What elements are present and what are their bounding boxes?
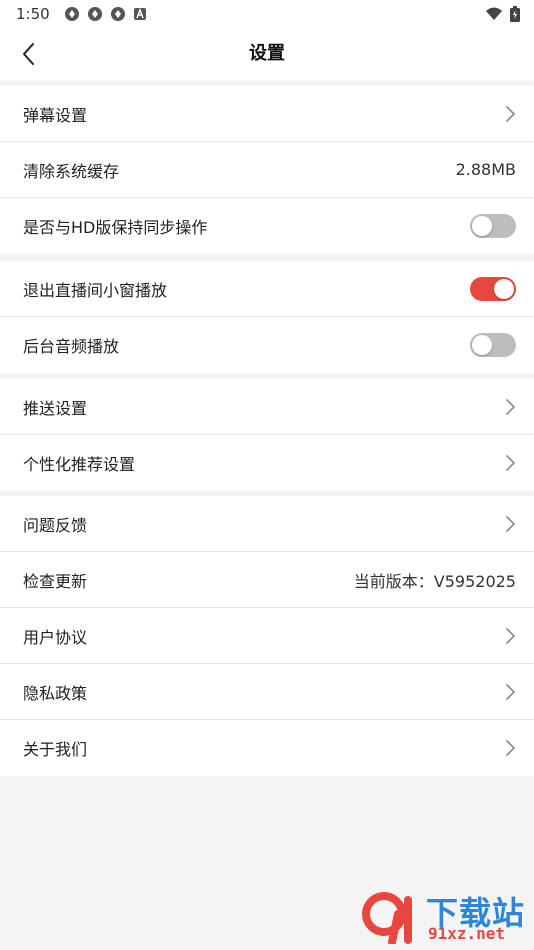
row-label: 清除系统缓存 [23, 161, 120, 181]
danmaku-settings-item[interactable]: 弹幕设置 [0, 86, 534, 142]
toggle-knob [472, 335, 492, 355]
settings-group-about: 问题反馈 检查更新 当前版本：V5952025 用户协议 隐私政策 关于我们 [0, 496, 534, 776]
row-label: 是否与HD版保持同步操作 [23, 218, 208, 237]
sync-icon [110, 7, 125, 21]
hd-sync-item: 是否与HD版保持同步操作 [0, 198, 534, 254]
row-label: 隐私政策 [23, 683, 88, 703]
row-label: 后台音频播放 [23, 337, 120, 356]
wifi-icon [486, 7, 502, 20]
push-settings-item[interactable]: 推送设置 [0, 379, 534, 435]
current-version-value: 当前版本：V5952025 [353, 571, 516, 591]
chevron-right-icon [506, 740, 515, 756]
background-audio-item: 后台音频播放 [0, 317, 534, 373]
chevron-right-icon [506, 455, 515, 471]
sync-icon [64, 7, 79, 21]
settings-group-push: 推送设置 个性化推荐设置 [0, 379, 534, 491]
check-update-item[interactable]: 检查更新 当前版本：V5952025 [0, 552, 534, 608]
row-label: 问题反馈 [23, 515, 88, 535]
watermark: 下载站 91xz.net [362, 888, 532, 946]
settings-group-playback: 退出直播间小窗播放 后台音频播放 [0, 261, 534, 373]
toggle-knob [472, 216, 492, 236]
page-title: 设置 [249, 43, 285, 64]
privacy-policy-item[interactable]: 隐私政策 [0, 664, 534, 720]
chevron-right-icon [506, 105, 515, 122]
row-label: 弹幕设置 [23, 105, 88, 125]
background-audio-toggle[interactable] [470, 333, 516, 357]
battery-icon [510, 6, 520, 22]
status-time: 1:50 [16, 5, 50, 23]
pip-on-exit-item: 退出直播间小窗播放 [0, 261, 534, 317]
status-right-icons [485, 6, 520, 22]
user-agreement-item[interactable]: 用户协议 [0, 608, 534, 664]
watermark-logo-icon [362, 892, 412, 944]
sync-icon [87, 7, 102, 21]
row-label: 用户协议 [23, 627, 88, 647]
row-label: 个性化推荐设置 [23, 455, 136, 474]
chevron-right-icon [506, 627, 515, 644]
hd-sync-toggle[interactable] [470, 214, 516, 238]
cache-size-value: 2.88MB [455, 160, 516, 179]
feedback-item[interactable]: 问题反馈 [0, 496, 534, 552]
settings-group-general: 弹幕设置 清除系统缓存 2.88MB 是否与HD版保持同步操作 [0, 86, 534, 254]
chevron-right-icon [506, 683, 515, 700]
chevron-right-icon [506, 398, 515, 415]
row-label: 检查更新 [23, 571, 88, 591]
notification-icons [64, 6, 147, 22]
watermark-url: 91xz.net [428, 924, 506, 943]
chevron-right-icon [506, 515, 515, 532]
status-bar: 1:50 [0, 0, 534, 28]
nav-bar: 设置 [0, 28, 534, 80]
about-us-item[interactable]: 关于我们 [0, 720, 534, 776]
row-label: 关于我们 [23, 740, 88, 759]
clear-cache-item[interactable]: 清除系统缓存 2.88MB [0, 142, 534, 198]
personalized-recommend-item[interactable]: 个性化推荐设置 [0, 435, 534, 491]
row-label: 推送设置 [23, 398, 88, 418]
pip-on-exit-toggle[interactable] [470, 276, 516, 301]
toggle-knob [494, 278, 514, 299]
a-box-icon [133, 7, 146, 20]
row-label: 退出直播间小窗播放 [23, 280, 168, 300]
